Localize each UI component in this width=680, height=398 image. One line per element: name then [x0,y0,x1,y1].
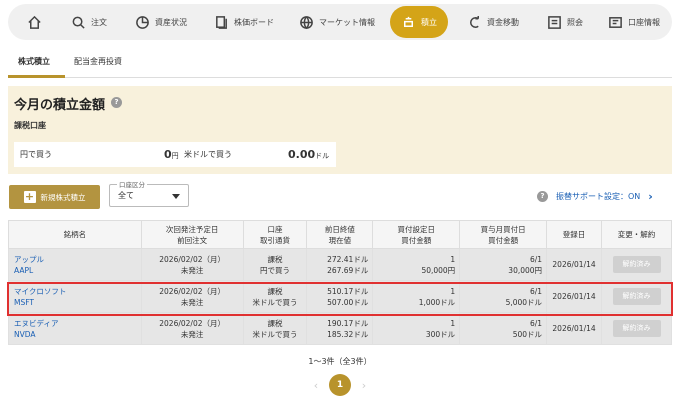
bonus-day-cell: 6/1 500ドル [459,312,548,345]
next-date-cell: 2026/02/02（月） 未発注 [140,248,244,281]
account-type-label: 課税口座 [14,121,46,130]
tab-dividend-reinvest[interactable]: 配当金再投資 [74,56,122,67]
nav-tsumitate[interactable]: 積立 [390,6,448,38]
tab-stock-tsumitate[interactable]: 株式積立 [18,56,50,67]
tsumitate-table: 銘柄名 次回発注予定日 前回注文 口座 取引通貨 前日終値 現在値 買付設定日 買付金額… [8,220,672,345]
chevron-down-icon [172,194,180,199]
next-date-cell: 2026/02/02（月） 未発注 [140,312,244,345]
table-header-row: 銘柄名 次回発注予定日 前回注文 口座 取引通貨 前日終値 現在値 買付設定日 買付金額… [8,220,672,249]
col-header-set-day: 買付設定日 買付金額 [372,220,461,249]
help-icon[interactable]: ? [111,97,122,108]
nav-assets-label: 資産状況 [155,17,187,27]
set-day-cell: 1 50,000円 [372,248,461,281]
nav-inquiry-label: 照会 [567,17,583,27]
amount-box: 円で買う 0円 米ドルで買う 0.00ドル [14,142,336,167]
stock-name-cell[interactable]: エヌビディア NVDA [8,312,142,345]
furikae-support-label: 振替サポート設定：ON [556,192,641,201]
active-tab-indicator [8,75,65,78]
stock-name-cell[interactable]: マイクロソフト MSFT [8,280,142,313]
furikae-support-link[interactable]: ? 振替サポート設定：ON › [537,190,653,203]
yen-amount: 0 [164,148,172,161]
nav-home[interactable] [22,6,46,38]
bonus-day-cell: 6/1 5,000ドル [459,280,548,313]
globe-icon [300,15,313,29]
col-header-name: 銘柄名 [8,220,142,249]
price-cell: 510.17ドル 507.00ドル [306,280,374,313]
nav-assets[interactable]: 資産状況 [130,6,192,38]
table-row: エヌビディア NVDA 2026/02/02（月） 未発注 課税 米ドルで買う 190… [8,312,672,345]
chevron-right-icon: › [648,190,653,203]
monthly-amount-panel: 今月の積立金額 ? 課税口座 円で買う 0円 米ドルで買う 0.00ドル [8,86,672,174]
nav-market-label: マーケット情報 [319,17,375,27]
nav-inquiry[interactable]: 照会 [542,6,588,38]
cancelled-button: 解約済み [612,256,661,273]
next-page-icon[interactable]: › [358,379,370,392]
plus-icon: + [23,190,36,203]
col-header-bonus-day: 買与月買付日 買付金額 [459,220,548,249]
nav-board[interactable]: 株価ボード [211,6,277,38]
col-header-next-date: 次回発注予定日 前回注文 [140,220,244,249]
nav-market[interactable]: マーケット情報 [296,6,378,38]
help-icon[interactable]: ? [537,191,548,202]
col-header-action: 変更・解約 [601,220,672,249]
registered-cell: 2026/01/14 [546,248,603,281]
pie-chart-icon [136,15,149,29]
table-row: アップル AAPL 2026/02/02（月） 未発注 課税 円で買う 272.41ド… [8,248,672,281]
action-cell: 解約済み [601,248,672,281]
cancelled-button: 解約済み [612,288,661,305]
pagination: ‹ 1 › [310,374,370,396]
nav-transfer[interactable]: 資金移動 [462,6,524,38]
board-icon [216,15,227,29]
col-header-price: 前日終値 現在値 [306,220,374,249]
account-select-label: 口座区分 [117,179,147,189]
yen-label: 円で買う [20,150,52,159]
set-day-cell: 1 1,000ドル [372,280,461,313]
action-cell: 解約済み [601,312,672,345]
bonus-day-cell: 6/1 30,000円 [459,248,548,281]
table-row: マイクロソフト MSFT 2026/02/02（月） 未発注 課税 米ドルで買う 51… [8,280,672,313]
yen-unit: 円 [171,152,179,160]
action-cell: 解約済み [601,280,672,313]
nav-tsumitate-label: 積立 [421,17,437,27]
sub-tabs: 株式積立 配当金再投資 [8,50,672,78]
list-icon [548,15,561,29]
nav-account[interactable]: 口座情報 [604,6,664,38]
nav-account-label: 口座情報 [628,17,660,27]
search-icon [72,16,85,29]
nav-order-label: 注文 [91,17,107,27]
global-nav: 注文 資産状況 株価ボード マーケット情報 積立 資金移動 照会 口座情報 [8,4,672,40]
page-1-button[interactable]: 1 [329,374,351,396]
account-select-value: 全て [118,191,134,200]
account-icon [609,16,622,28]
prev-page-icon[interactable]: ‹ [310,379,322,392]
registered-cell: 2026/01/14 [546,280,603,313]
paging-summary: 1〜3件（全3件） [308,357,372,366]
next-date-cell: 2026/02/02（月） 未発注 [140,280,244,313]
piggy-bank-icon [404,16,413,27]
set-day-cell: 1 300ドル [372,312,461,345]
new-tsumitate-label: 新規株式積立 [40,192,86,202]
nav-transfer-label: 資金移動 [487,17,519,27]
usd-amount: 0.00 [288,148,316,161]
panel-title: 今月の積立金額 [14,98,106,113]
usd-unit: ドル [315,152,330,160]
account-cell: 課税 円で買う [242,248,308,281]
registered-cell: 2026/01/14 [546,312,603,345]
cancelled-button: 解約済み [612,320,661,337]
usd-label: 米ドルで買う [184,150,232,159]
home-icon [27,15,41,29]
col-header-registered: 登録日 [546,220,603,249]
stock-name-cell[interactable]: アップル AAPL [8,248,142,281]
price-cell: 272.41ドル 267.69ドル [306,248,374,281]
nav-board-label: 株価ボード [234,17,274,27]
account-cell: 課税 米ドルで買う [242,280,308,313]
account-cell: 課税 米ドルで買う [242,312,308,345]
transfer-icon [470,15,479,28]
price-cell: 190.17ドル 185.32ドル [306,312,374,345]
new-tsumitate-button[interactable]: + 新規株式積立 [9,185,100,209]
col-header-account: 口座 取引通貨 [242,220,308,249]
nav-order[interactable]: 注文 [66,6,112,38]
